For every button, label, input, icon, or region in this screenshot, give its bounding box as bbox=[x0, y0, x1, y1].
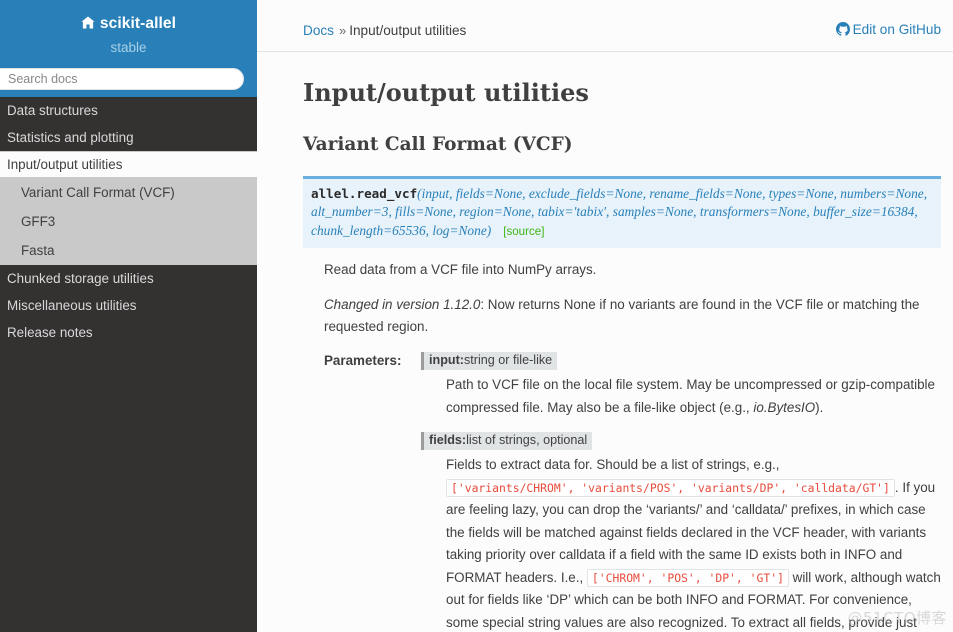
function-name: allel.read_vcf bbox=[311, 185, 418, 201]
sidebar-link-fasta[interactable]: Fasta bbox=[0, 236, 257, 265]
body-text: Path to VCF file on the local file syste… bbox=[446, 377, 935, 415]
breadcrumb: Docs » Input/output utilities Edit on GitH… bbox=[257, 0, 953, 52]
parameter-identifier: input bbox=[429, 353, 460, 368]
parameter-entry-input: input:string or file-like Path to VCF fi… bbox=[421, 351, 941, 419]
parameter-type: string or file-like bbox=[463, 353, 553, 368]
sidebar-subitem-fasta: Fasta bbox=[0, 236, 257, 265]
section-title-vcf: Variant Call Format (VCF) bbox=[303, 134, 573, 156]
body-text: ). bbox=[815, 399, 824, 415]
brand-link[interactable]: scikit-allel bbox=[0, 10, 257, 33]
sidebar-item-input-output-utilities: Input/output utilities Variant Call Form… bbox=[0, 151, 257, 265]
body-text: Fields to extract data for. Should be a … bbox=[446, 457, 780, 473]
source-link[interactable]: [source] bbox=[503, 225, 544, 238]
sidebar-item-data-structures: Data structures bbox=[0, 97, 257, 124]
sidebar-item-miscellaneous-utilities: Miscellaneous utilities bbox=[0, 292, 257, 319]
parameter-description-input: Path to VCF file on the local file syste… bbox=[421, 374, 941, 419]
document-body: Input/output utilities Variant Call Form… bbox=[257, 52, 953, 632]
sidebar: scikit-allel stable Data structures Stat… bbox=[0, 0, 257, 632]
parameters-field-list: Parameters: input:string or file-like Pa… bbox=[303, 351, 941, 632]
brand-title: scikit-allel bbox=[99, 15, 177, 32]
sidebar-link-input-output-utilities[interactable]: Input/output utilities bbox=[0, 151, 257, 178]
function-description: Read data from a VCF file into NumPy arr… bbox=[303, 259, 941, 338]
sidebar-nav: Data structures Statistics and plotting … bbox=[0, 97, 257, 346]
version-changed-prefix: Changed in version 1.12.0 bbox=[324, 297, 481, 313]
parameter-name-input: input:string or file-like bbox=[421, 352, 558, 371]
sidebar-item-release-notes: Release notes bbox=[0, 319, 257, 346]
parameter-description-fields: Fields to extract data for. Should be a … bbox=[421, 454, 941, 632]
parameter-identifier: fields bbox=[429, 433, 462, 448]
parameters-body: input:string or file-like Path to VCF fi… bbox=[421, 351, 941, 632]
sidebar-link-chunked-storage-utilities[interactable]: Chunked storage utilities bbox=[0, 265, 257, 292]
search-form bbox=[0, 68, 244, 90]
sidebar-item-statistics-and-plotting: Statistics and plotting bbox=[0, 124, 257, 151]
github-icon bbox=[835, 22, 850, 39]
sidebar-link-miscellaneous-utilities[interactable]: Miscellaneous utilities bbox=[0, 292, 257, 319]
sidebar-link-variant-call-format-vcf[interactable]: Variant Call Format (VCF) bbox=[0, 178, 257, 207]
function-signature-block: allel.read_vcf(input, fields=None, exclu… bbox=[303, 175, 941, 249]
version-changed-note: Changed in version 1.12.0: Now returns N… bbox=[324, 294, 941, 338]
breadcrumb-separator: » bbox=[338, 23, 347, 38]
sidebar-subitem-vcf: Variant Call Format (VCF) bbox=[0, 178, 257, 207]
sidebar-subnav-input-output-utilities: Variant Call Format (VCF) GFF3 Fasta bbox=[0, 178, 257, 265]
breadcrumb-trail: Docs » Input/output utilities bbox=[303, 23, 466, 38]
edit-on-github-link[interactable]: Edit on GitHub bbox=[835, 22, 941, 39]
inline-code: ['CHROM', 'POS', 'DP', 'GT'] bbox=[586, 568, 789, 587]
sidebar-header: scikit-allel stable bbox=[0, 0, 257, 97]
emphasis-text: io.BytesIO bbox=[753, 399, 816, 415]
content-area: Docs» Input/output utilities Edit on GitH… bbox=[257, 0, 953, 632]
sidebar-link-data-structures[interactable]: Data structures bbox=[0, 97, 257, 124]
brand-version: stable bbox=[110, 40, 147, 55]
home-icon bbox=[81, 16, 95, 34]
function-summary: Read data from a VCF file into NumPy arr… bbox=[324, 262, 597, 278]
page-title: Input/output utilities bbox=[303, 78, 589, 107]
inline-code: ['variants/CHROM', 'variants/POS', 'vari… bbox=[446, 478, 895, 497]
parameter-name-fields: fields:list of strings, optional bbox=[421, 432, 593, 451]
parameters-label: Parameters: bbox=[324, 353, 402, 369]
sidebar-link-statistics-and-plotting[interactable]: Statistics and plotting bbox=[0, 124, 257, 151]
breadcrumb-link-docs[interactable]: Docs bbox=[303, 23, 334, 38]
search-input[interactable] bbox=[0, 68, 244, 90]
breadcrumb-current: Input/output utilities bbox=[349, 23, 467, 38]
edit-on-github-label: Edit on GitHub bbox=[852, 22, 941, 37]
parameter-entry-fields: fields:list of strings, optional Fields … bbox=[421, 431, 941, 632]
sidebar-link-gff3[interactable]: GFF3 bbox=[0, 207, 257, 236]
sidebar-item-chunked-storage-utilities: Chunked storage utilities bbox=[0, 265, 257, 292]
documentation-page: scikit-allel stable Data structures Stat… bbox=[0, 0, 953, 632]
sidebar-subitem-gff3: GFF3 bbox=[0, 207, 257, 236]
parameter-type: list of strings, optional bbox=[466, 433, 588, 448]
sidebar-link-release-notes[interactable]: Release notes bbox=[0, 319, 257, 346]
